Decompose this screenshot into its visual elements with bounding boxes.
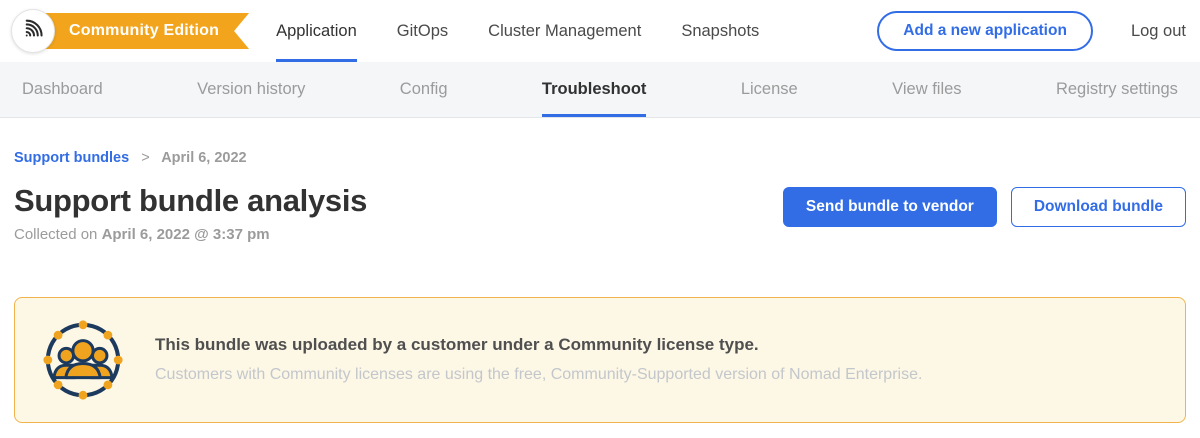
- app-subnav: Dashboard Version history Config Trouble…: [0, 62, 1200, 118]
- nav-item-gitops[interactable]: GitOps: [397, 0, 448, 62]
- banner-subtext: Customers with Community licenses are us…: [155, 366, 922, 384]
- community-edition-badge: Community Edition: [45, 13, 249, 49]
- app-logo[interactable]: [11, 9, 55, 53]
- banner-heading: This bundle was uploaded by a customer u…: [155, 335, 922, 355]
- breadcrumb-current: April 6, 2022: [161, 150, 246, 166]
- breadcrumb: Support bundles > April 6, 2022: [14, 150, 1186, 166]
- add-new-application-button[interactable]: Add a new application: [877, 11, 1093, 51]
- breadcrumb-separator: >: [141, 150, 149, 166]
- page-title: Support bundle analysis: [14, 183, 367, 219]
- main-content: Support bundles > April 6, 2022 Support …: [0, 118, 1200, 423]
- primary-nav: Application GitOps Cluster Management Sn…: [276, 0, 799, 62]
- subnav-item-troubleshoot[interactable]: Troubleshoot: [542, 62, 647, 117]
- subnav-item-dashboard[interactable]: Dashboard: [22, 62, 103, 117]
- bundle-actions: Send bundle to vendor Download bundle: [783, 187, 1186, 227]
- subnav-item-view-files[interactable]: View files: [892, 62, 961, 117]
- page-title-block: Support bundle analysis Collected on Apr…: [14, 183, 367, 243]
- community-license-icon: [39, 316, 127, 404]
- community-license-banner: This bundle was uploaded by a customer u…: [14, 297, 1186, 423]
- top-navbar: Community Edition Application GitOps Clu…: [0, 0, 1200, 62]
- nav-actions: Add a new application Log out: [877, 11, 1186, 51]
- send-bundle-to-vendor-button[interactable]: Send bundle to vendor: [783, 187, 997, 227]
- page-header: Support bundle analysis Collected on Apr…: [14, 183, 1186, 243]
- collected-date: April 6, 2022 @ 3:37 pm: [102, 226, 270, 243]
- nav-item-application[interactable]: Application: [276, 0, 357, 62]
- brand: Community Edition: [11, 9, 249, 53]
- download-bundle-button[interactable]: Download bundle: [1011, 187, 1186, 227]
- nav-item-snapshots[interactable]: Snapshots: [681, 0, 759, 62]
- subnav-item-registry-settings[interactable]: Registry settings: [1056, 62, 1178, 117]
- subnav-item-config[interactable]: Config: [400, 62, 448, 117]
- subnav-item-license[interactable]: License: [741, 62, 798, 117]
- replicated-logo-icon: [20, 16, 46, 47]
- subnav-item-version-history[interactable]: Version history: [197, 62, 305, 117]
- nav-item-cluster-management[interactable]: Cluster Management: [488, 0, 641, 62]
- collected-prefix: Collected on: [14, 226, 97, 243]
- breadcrumb-support-bundles-link[interactable]: Support bundles: [14, 150, 129, 166]
- banner-text: This bundle was uploaded by a customer u…: [155, 335, 922, 384]
- logout-link[interactable]: Log out: [1131, 22, 1186, 41]
- collected-timestamp: Collected on April 6, 2022 @ 3:37 pm: [14, 226, 367, 243]
